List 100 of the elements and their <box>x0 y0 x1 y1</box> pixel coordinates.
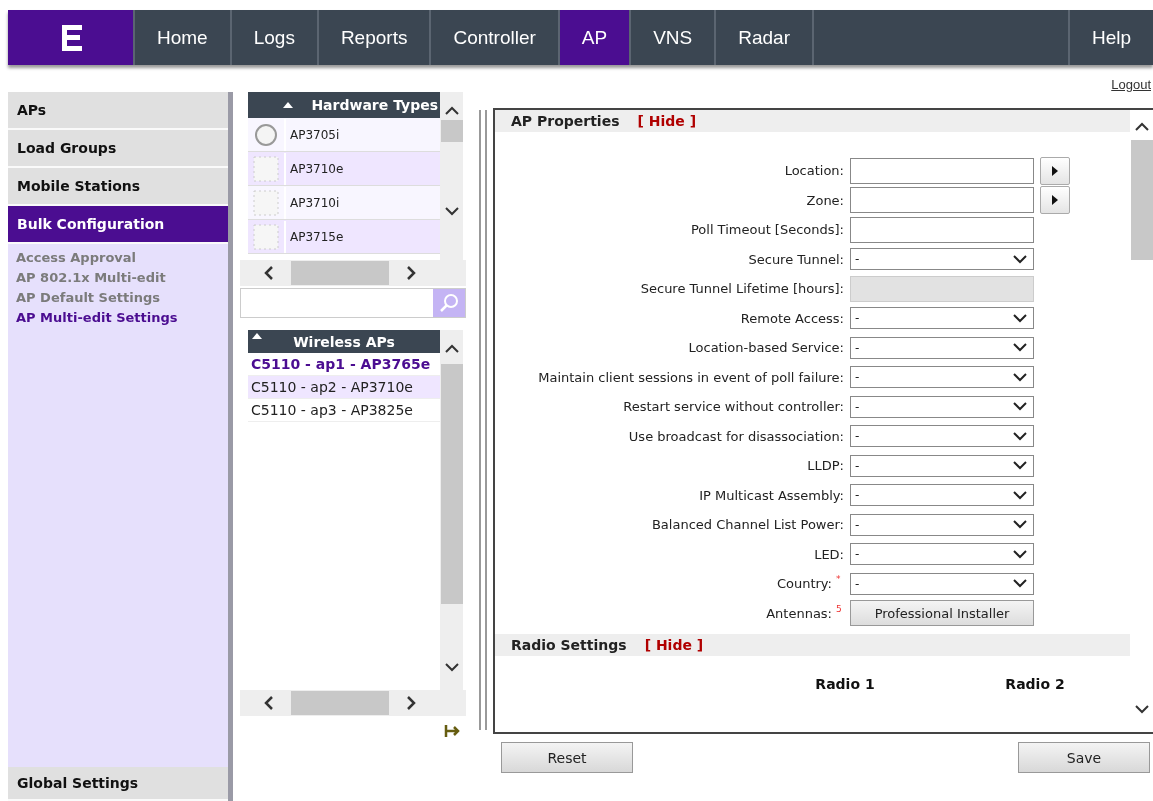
sidebar-link[interactable]: AP Multi-edit Settings <box>16 308 228 328</box>
hardware-row[interactable]: AP3715e <box>248 220 440 254</box>
select-field[interactable]: - <box>850 543 1034 566</box>
section-title: Radio Settings <box>511 637 627 653</box>
sort-icon[interactable] <box>252 333 262 339</box>
square-device-icon <box>253 155 279 182</box>
sidebar-section[interactable]: APs <box>8 92 228 130</box>
scrollbar-thumb[interactable] <box>440 364 463 604</box>
select-field[interactable]: - <box>850 395 1034 418</box>
round-device-icon <box>254 122 278 147</box>
scroll-right-icon[interactable] <box>406 695 416 711</box>
sidebar-section[interactable]: Load Groups <box>8 130 228 168</box>
scroll-down-icon[interactable] <box>1133 704 1150 714</box>
sort-icon[interactable] <box>283 102 294 108</box>
field-label: Antennas: <box>766 605 832 621</box>
chevron-down-icon <box>1013 313 1027 323</box>
column-heading: Radio 1 <box>814 676 876 692</box>
chevron-down-icon <box>1013 431 1027 441</box>
chevron-down-icon <box>1013 343 1027 353</box>
logout-link[interactable]: Logout <box>1111 77 1151 92</box>
sidebar-section[interactable]: Bulk Configuration <box>8 206 228 244</box>
select-field[interactable]: - <box>850 366 1034 389</box>
scroll-down-icon[interactable] <box>443 206 460 216</box>
select-field[interactable]: - <box>850 484 1034 507</box>
scroll-left-icon[interactable] <box>264 695 274 711</box>
hardware-row[interactable]: AP3710e <box>248 152 440 186</box>
nav-tab[interactable]: Reports <box>316 10 430 65</box>
hardware-row[interactable]: AP3705i <box>248 118 440 152</box>
help-tab[interactable]: Help <box>1067 10 1153 65</box>
select-field[interactable]: - <box>850 454 1034 477</box>
chevron-down-icon <box>1013 490 1027 500</box>
nav-tab[interactable]: Logs <box>229 10 317 65</box>
square-device-icon <box>253 223 279 250</box>
field-label: Secure Tunnel: <box>748 251 844 267</box>
scroll-right-icon[interactable] <box>406 265 416 281</box>
section-title: AP Properties <box>511 113 620 129</box>
table-header[interactable]: Wireless APs <box>248 330 440 353</box>
field-label: Country: <box>776 576 832 592</box>
field-label: LLDP: <box>807 458 844 474</box>
scroll-down-icon[interactable] <box>443 662 460 672</box>
triangle-right-icon <box>1051 165 1059 176</box>
scrollbar-thumb[interactable] <box>440 120 463 142</box>
select-field[interactable]: - <box>850 248 1034 271</box>
chevron-down-icon <box>1013 579 1027 589</box>
table-header[interactable]: Hardware Types <box>248 92 440 118</box>
sidebar-section[interactable]: Global Settings <box>8 767 228 801</box>
scroll-up-icon[interactable] <box>443 106 460 116</box>
search-field[interactable] <box>240 288 466 318</box>
field-label: Zone: <box>806 192 844 208</box>
nav-tab[interactable]: Controller <box>429 10 558 65</box>
scroll-up-icon[interactable] <box>443 344 460 354</box>
column-heading: Radio 2 <box>1004 676 1066 692</box>
scrollbar-thumb[interactable] <box>291 691 389 715</box>
text-field[interactable] <box>850 187 1034 214</box>
scroll-up-icon[interactable] <box>1133 122 1150 132</box>
nav-tab[interactable]: AP <box>557 10 630 65</box>
chevron-down-icon <box>1013 372 1027 382</box>
ap-row[interactable]: C5110 - ap2 - AP3710e <box>248 376 440 399</box>
chevron-down-icon <box>1013 461 1027 471</box>
sidebar-section[interactable]: Mobile Stations <box>8 168 228 206</box>
chevron-down-icon <box>1013 549 1027 559</box>
nav-tab[interactable]: VNS <box>629 10 715 65</box>
select-field[interactable]: - <box>850 572 1034 595</box>
scrollbar-thumb[interactable] <box>1130 140 1153 260</box>
hide-link[interactable]: [ Hide ] <box>637 113 697 129</box>
field-label: Restart service without controller: <box>623 399 844 415</box>
reset-button[interactable]: Reset <box>501 742 633 773</box>
logo-icon[interactable] <box>59 24 82 51</box>
triangle-right-icon <box>1051 195 1059 206</box>
text-field[interactable] <box>850 216 1034 243</box>
scroll-left-icon[interactable] <box>264 265 274 281</box>
pane-splitter[interactable] <box>479 110 487 730</box>
picker-button[interactable] <box>1040 186 1070 215</box>
scrollbar-thumb[interactable] <box>291 261 389 285</box>
hide-link[interactable]: [ Hide ] <box>644 637 704 653</box>
field-label: Secure Tunnel Lifetime [hours]: <box>640 281 844 297</box>
select-field[interactable]: - <box>850 425 1034 448</box>
field-label: Location: <box>784 163 844 179</box>
installer-button[interactable]: Professional Installer <box>850 600 1034 627</box>
hardware-row[interactable]: AP3710i <box>248 186 440 220</box>
field-label: Maintain client sessions in event of poll failure: <box>538 369 844 385</box>
chevron-down-icon <box>1013 520 1027 530</box>
chevron-down-icon <box>1013 254 1027 264</box>
pin-icon[interactable] <box>444 724 460 738</box>
chevron-down-icon <box>1013 402 1027 412</box>
field-label: IP Multicast Assembly: <box>699 487 844 503</box>
text-field[interactable] <box>850 157 1034 184</box>
square-device-icon <box>253 189 279 216</box>
select-field[interactable]: - <box>850 336 1034 359</box>
field-label: Poll Timeout [Seconds]: <box>690 222 844 238</box>
nav-tab[interactable]: Radar <box>714 10 812 65</box>
field-label: LED: <box>814 546 844 562</box>
search-icon <box>438 292 460 314</box>
nav-tab[interactable]: Home <box>133 10 230 65</box>
field-label: Location-based Service: <box>688 340 844 356</box>
required-mark: * <box>836 574 842 584</box>
select-field[interactable]: - <box>850 307 1034 330</box>
select-field[interactable]: - <box>850 513 1034 536</box>
picker-button[interactable] <box>1040 156 1070 185</box>
save-button[interactable]: Save <box>1018 742 1150 773</box>
